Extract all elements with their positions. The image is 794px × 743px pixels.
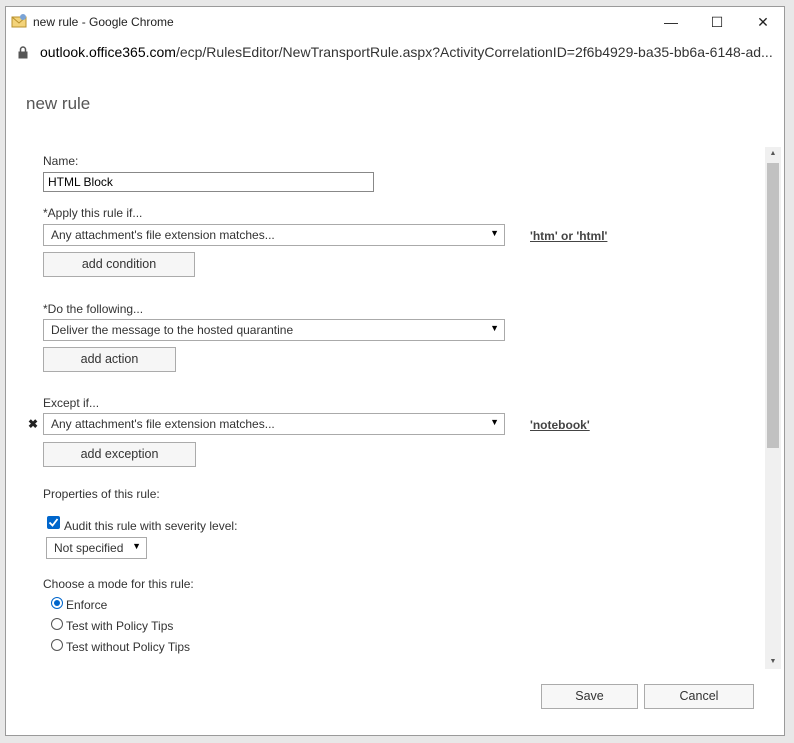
- dropdown-arrow-icon: ▼: [490, 417, 499, 427]
- browser-window: new rule - Google Chrome — ☐ ✕ outlook.o…: [5, 6, 785, 736]
- page-title: new rule: [26, 94, 91, 113]
- cancel-button[interactable]: Cancel: [644, 684, 754, 709]
- url-path: /ecp/RulesEditor/NewTransportRule.aspx?A…: [175, 44, 773, 60]
- dropdown-arrow-icon: ▼: [132, 541, 141, 551]
- mode-test-without-tips-label: Test without Policy Tips: [66, 640, 191, 654]
- apply-condition-value: Any attachment's file extension matches.…: [51, 228, 275, 242]
- title-bar: new rule - Google Chrome — ☐ ✕: [6, 7, 784, 37]
- scroll-up-icon[interactable]: ▲: [765, 147, 781, 161]
- mode-enforce-label: Enforce: [66, 598, 108, 612]
- rule-form: Name: HTML Block *Apply this rule if... …: [6, 147, 766, 667]
- action-select[interactable]: Deliver the message to the hosted quaran…: [43, 319, 505, 341]
- action-value: Deliver the message to the hosted quaran…: [51, 323, 294, 337]
- window-title: new rule - Google Chrome: [33, 15, 174, 29]
- add-action-button[interactable]: add action: [43, 347, 176, 372]
- exception-value: Any attachment's file extension matches.…: [51, 417, 275, 431]
- mode-label: Choose a mode for this rule:: [43, 577, 194, 591]
- scrollbar-thumb[interactable]: [767, 163, 779, 448]
- scroll-down-icon[interactable]: ▼: [765, 655, 781, 669]
- audit-label: Audit this rule with severity level:: [64, 519, 238, 533]
- save-button[interactable]: Save: [541, 684, 638, 709]
- lock-icon: [17, 46, 29, 59]
- dropdown-arrow-icon: ▼: [490, 228, 499, 238]
- mode-test-with-tips-label: Test with Policy Tips: [66, 619, 174, 633]
- remove-exception-icon[interactable]: ✖: [28, 417, 38, 431]
- severity-value: Not specified: [54, 541, 124, 555]
- properties-label: Properties of this rule:: [43, 487, 160, 501]
- url-domain: outlook.office365.com: [40, 44, 176, 60]
- close-button[interactable]: ✕: [740, 7, 786, 37]
- add-condition-button[interactable]: add condition: [43, 252, 195, 277]
- do-following-label: *Do the following...: [43, 302, 144, 316]
- radio-enforce[interactable]: [51, 597, 63, 609]
- maximize-button[interactable]: ☐: [694, 7, 740, 37]
- severity-select[interactable]: Not specified ▼: [46, 537, 147, 559]
- minimize-button[interactable]: —: [648, 7, 694, 37]
- apply-condition-select[interactable]: Any attachment's file extension matches.…: [43, 224, 505, 246]
- url-text[interactable]: outlook.office365.com/ecp/RulesEditor/Ne…: [40, 44, 775, 60]
- radio-test-without-tips[interactable]: [51, 639, 63, 651]
- dropdown-arrow-icon: ▼: [490, 323, 499, 333]
- address-bar[interactable]: outlook.office365.com/ecp/RulesEditor/Ne…: [6, 37, 784, 68]
- except-if-label: Except if...: [43, 396, 100, 410]
- exception-link[interactable]: 'notebook': [530, 418, 590, 432]
- page-content: new rule Name: HTML Block *Apply this ru…: [6, 67, 784, 735]
- name-label: Name:: [43, 154, 79, 168]
- audit-checkbox[interactable]: [47, 516, 60, 529]
- radio-test-with-tips[interactable]: [51, 618, 63, 630]
- name-input[interactable]: HTML Block: [43, 172, 374, 192]
- apply-condition-link[interactable]: 'htm' or 'html': [530, 229, 607, 243]
- exception-select[interactable]: Any attachment's file extension matches.…: [43, 413, 505, 435]
- form-scrollbar[interactable]: ▲ ▼: [765, 147, 781, 669]
- apply-rule-label: *Apply this rule if...: [43, 206, 143, 220]
- envelope-icon: [11, 14, 27, 28]
- add-exception-button[interactable]: add exception: [43, 442, 196, 467]
